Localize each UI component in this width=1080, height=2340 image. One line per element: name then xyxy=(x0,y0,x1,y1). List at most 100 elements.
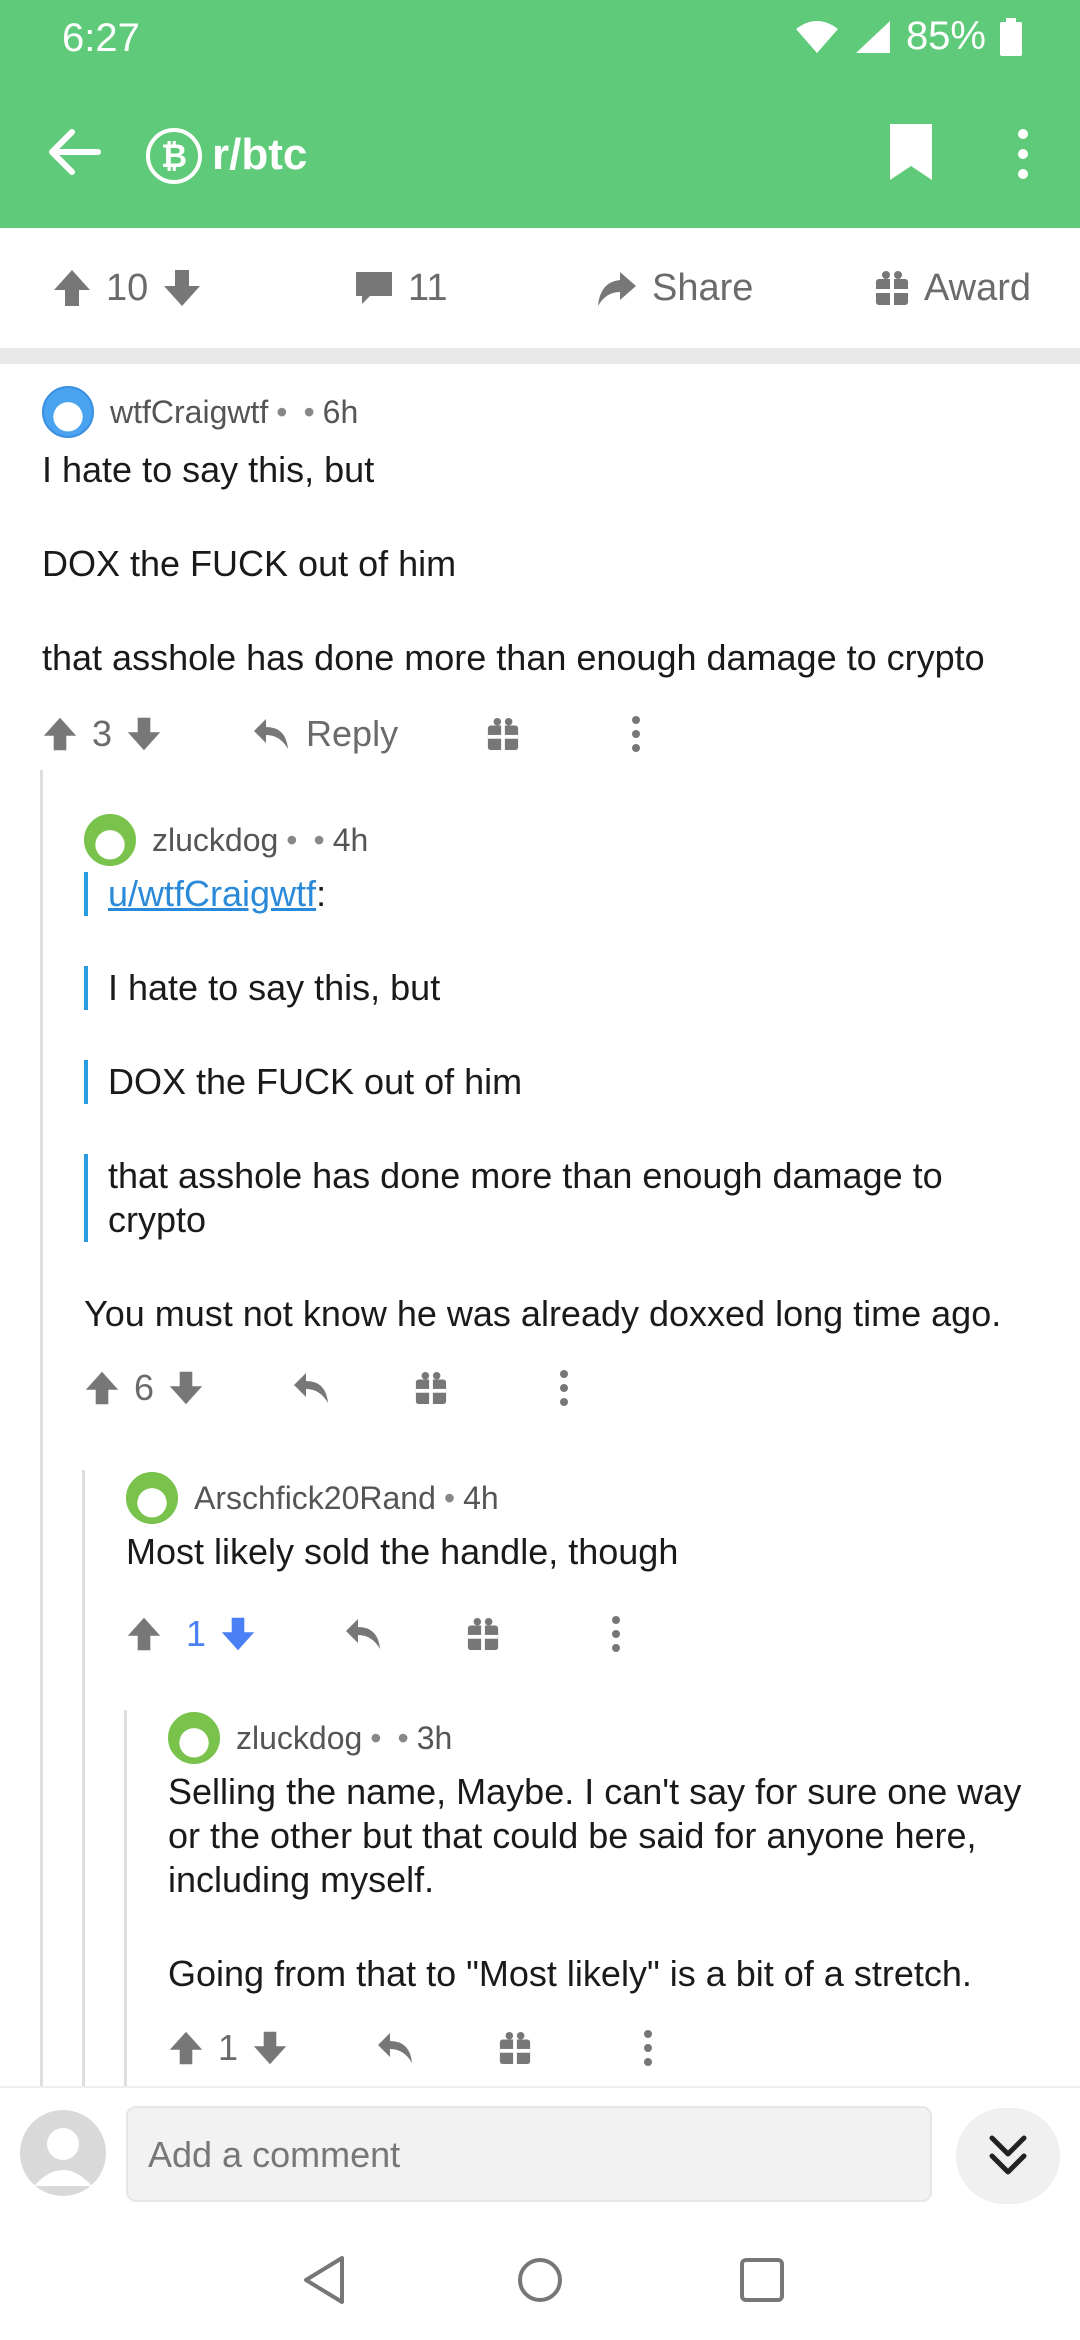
comment: Arschfick20Rand • 4h Most likely sold th… xyxy=(126,1470,1046,1664)
comment-paragraph: Selling the name, Maybe. I can't say for… xyxy=(168,1771,1022,1900)
battery-percent: 85% xyxy=(905,14,986,58)
gift-icon[interactable] xyxy=(414,1370,448,1406)
avatar[interactable] xyxy=(84,814,136,866)
comment-paragraph: Going from that to "Most likely" is a bi… xyxy=(168,1953,972,1994)
bookmark-icon[interactable] xyxy=(888,122,934,182)
signal-icon xyxy=(855,20,890,53)
comment: zluckdog • • 3h Selling the name, Maybe.… xyxy=(168,1710,1048,2078)
app-header: 6:27 85% ₿ r/btc xyxy=(0,0,1080,228)
double-chevron-down-icon xyxy=(989,2135,1027,2175)
reply-icon xyxy=(254,719,289,749)
quote-line: I hate to say this, but xyxy=(108,967,441,1008)
more-options-icon[interactable] xyxy=(1006,126,1040,182)
upvote-icon[interactable] xyxy=(84,1370,120,1406)
quote-line: that asshole has done more than enough d… xyxy=(108,1155,943,1240)
toolbar: ₿ r/btc xyxy=(0,100,1080,210)
user-avatar-icon xyxy=(34,2128,92,2186)
avatar[interactable] xyxy=(126,1472,178,1524)
thread-line[interactable] xyxy=(40,770,43,2086)
separator-dot: • xyxy=(370,1719,382,1756)
separator-dot: • xyxy=(313,821,325,858)
nav-home-icon[interactable] xyxy=(512,2252,568,2308)
quote-block: DOX the FUCK out of him xyxy=(84,1060,1044,1104)
status-time: 6:27 xyxy=(62,16,140,60)
quote-block: that asshole has done more than enough d… xyxy=(84,1154,1014,1242)
comment-author[interactable]: zluckdog xyxy=(152,822,278,859)
post-vote-group: 10 xyxy=(52,228,202,348)
upvote-icon[interactable] xyxy=(168,2030,204,2066)
nav-back-icon[interactable] xyxy=(296,2252,352,2308)
comments-count-button[interactable]: 11 xyxy=(354,228,447,348)
comment-age: 4h xyxy=(463,1479,499,1516)
downvote-icon-active[interactable] xyxy=(220,1616,256,1652)
comment-actions: 1 xyxy=(168,2018,1048,2078)
section-divider xyxy=(0,348,1080,364)
reply-label: Reply xyxy=(306,713,399,754)
comment-paragraph: DOX the FUCK out of him xyxy=(42,543,457,584)
downvote-icon[interactable] xyxy=(162,268,202,308)
gift-icon[interactable] xyxy=(498,2030,532,2066)
subreddit-title[interactable]: r/btc xyxy=(212,130,307,180)
upvote-icon[interactable] xyxy=(52,268,92,308)
upvote-icon[interactable] xyxy=(126,1616,162,1652)
comment-meta: wtfCraigwtf • • 6h xyxy=(42,384,1052,440)
quote-block: u/wtfCraigwtf: xyxy=(84,872,1044,916)
comment-meta: Arschfick20Rand • 4h xyxy=(126,1470,1046,1526)
comment-body: You must not know he was already doxxed … xyxy=(84,1292,1044,1336)
comment-author[interactable]: zluckdog xyxy=(236,1720,362,1757)
comment-paragraph: I hate to say this, but xyxy=(42,449,375,490)
system-nav-bar xyxy=(0,2216,1080,2340)
comment-score: 3 xyxy=(92,713,113,754)
separator-dot: • xyxy=(286,821,298,858)
nav-recents-icon[interactable] xyxy=(734,2252,790,2308)
bitcoin-icon: ₿ xyxy=(146,128,202,184)
reply-icon[interactable] xyxy=(344,1617,382,1651)
comment-body: Selling the name, Maybe. I can't say for… xyxy=(168,1770,1048,1996)
comment-score: 1 xyxy=(186,1613,207,1654)
award-label: Award xyxy=(924,266,1032,309)
add-comment-input[interactable]: Add a comment xyxy=(126,2106,932,2202)
downvote-icon[interactable] xyxy=(126,716,162,752)
separator-dot: • xyxy=(397,1719,409,1756)
reply-button[interactable]: Reply xyxy=(252,713,398,755)
comment-paragraph: Most likely sold the handle, though xyxy=(126,1531,679,1572)
more-options-icon[interactable] xyxy=(610,1616,622,1652)
separator-dot: • xyxy=(303,393,315,430)
gift-icon[interactable] xyxy=(466,1616,500,1652)
reply-icon[interactable] xyxy=(292,1371,330,1405)
back-arrow-icon[interactable] xyxy=(42,120,106,184)
comment: wtfCraigwtf • • 6h I hate to say this, b… xyxy=(42,384,1052,764)
avatar[interactable] xyxy=(168,1712,220,1764)
separator-dot: • xyxy=(276,393,288,430)
comment-body: I hate to say this, but DOX the FUCK out… xyxy=(42,448,1052,680)
wifi-icon xyxy=(795,20,838,53)
separator-dot: • xyxy=(443,1479,456,1516)
more-options-icon[interactable] xyxy=(642,2030,654,2066)
thread-line[interactable] xyxy=(124,1710,127,2086)
quote-colon: : xyxy=(316,873,327,914)
downvote-icon[interactable] xyxy=(168,1370,204,1406)
comment-actions: 3 Reply xyxy=(42,704,1052,764)
more-options-icon[interactable] xyxy=(558,1370,570,1406)
comment-author[interactable]: wtfCraigwtf xyxy=(110,394,268,431)
award-button[interactable]: Award xyxy=(874,228,1031,348)
comment-score: 6 xyxy=(134,1367,155,1408)
thread-line[interactable] xyxy=(82,1470,85,2086)
battery-icon xyxy=(1000,17,1022,56)
gift-icon[interactable] xyxy=(486,716,520,752)
comment: zluckdog • • 4h u/wtfCraigwtf: I hate to… xyxy=(84,812,1044,1418)
gift-icon xyxy=(876,271,908,305)
avatar[interactable] xyxy=(42,386,94,438)
share-button[interactable]: Share xyxy=(596,228,753,348)
reply-icon[interactable] xyxy=(376,2031,414,2065)
more-options-icon[interactable] xyxy=(630,716,642,752)
collapse-comments-button[interactable] xyxy=(956,2108,1060,2204)
user-avatar[interactable] xyxy=(20,2110,106,2196)
comment-actions: 6 xyxy=(84,1358,1044,1418)
comment-author[interactable]: Arschfick20Rand xyxy=(194,1480,436,1517)
downvote-icon[interactable] xyxy=(252,2030,288,2066)
comment-age: 3h xyxy=(416,1719,453,1756)
upvote-icon[interactable] xyxy=(42,716,78,752)
share-label: Share xyxy=(652,266,754,309)
quoted-user-link[interactable]: u/wtfCraigwtf xyxy=(108,873,316,914)
